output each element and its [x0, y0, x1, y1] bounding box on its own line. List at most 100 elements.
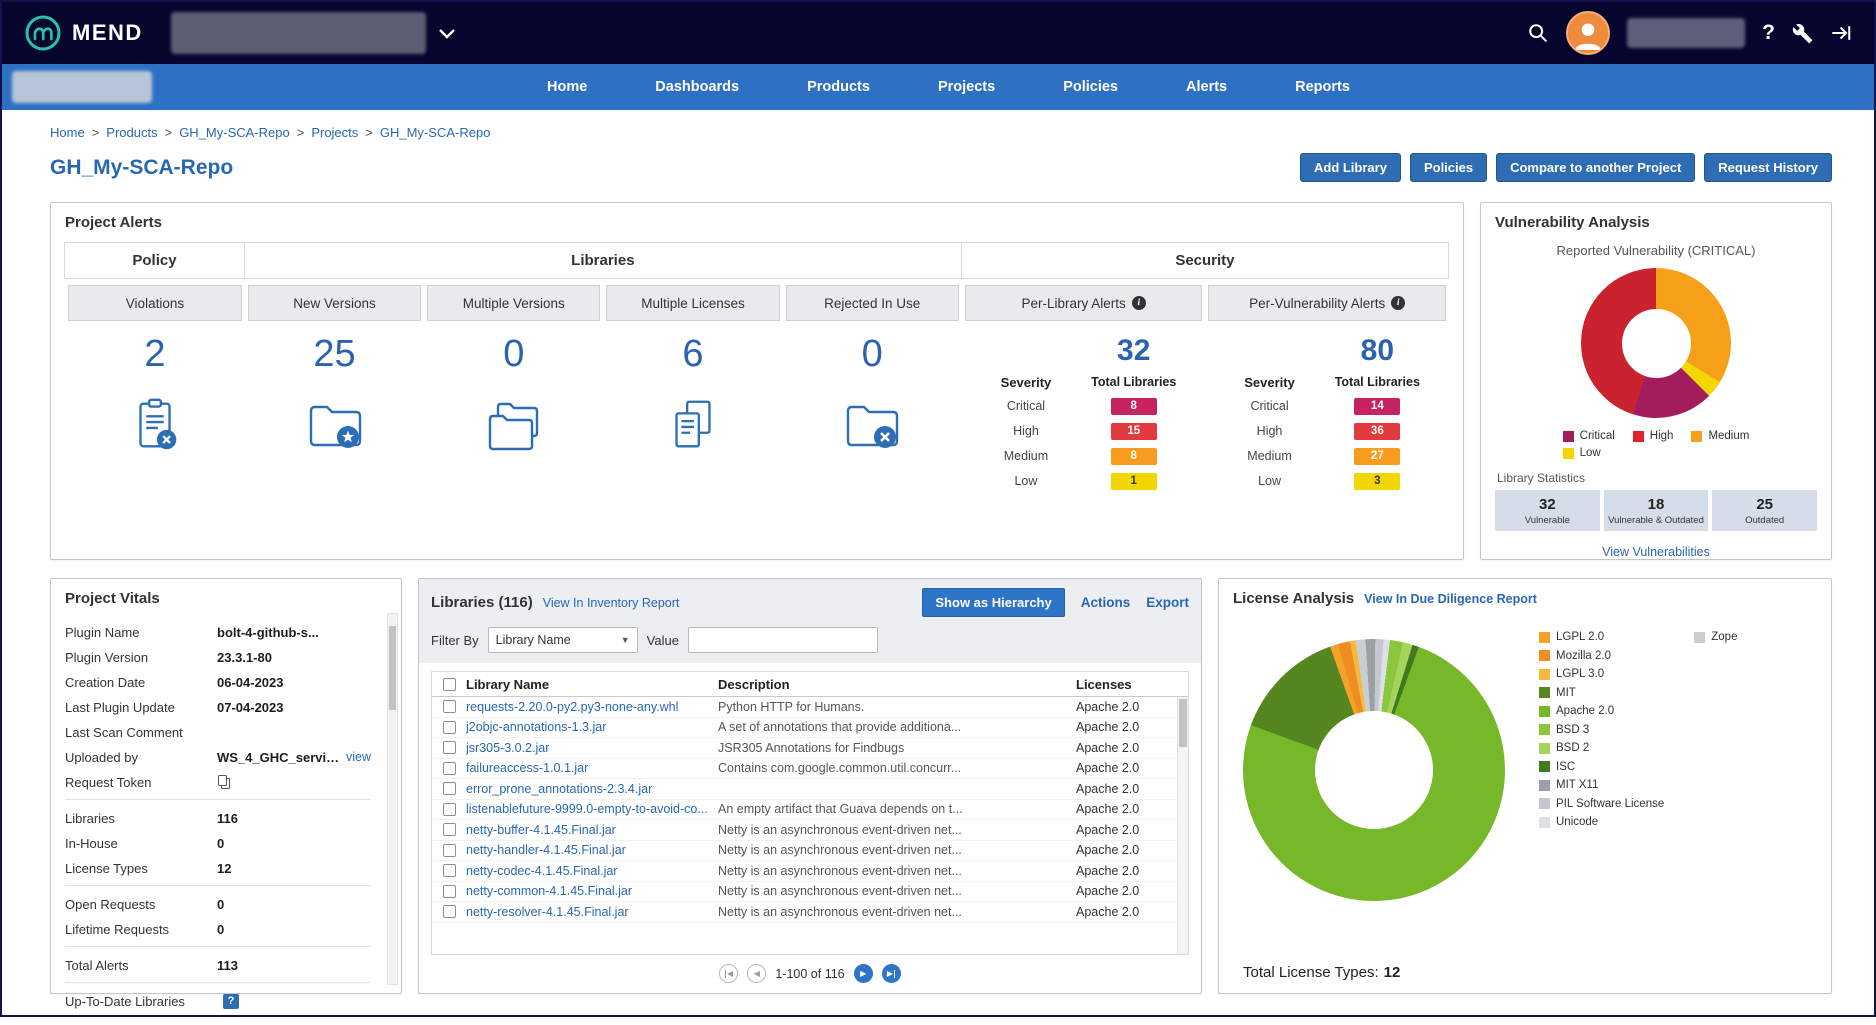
row-checkbox[interactable] [443, 844, 456, 857]
pagination-first-button[interactable] [719, 964, 738, 983]
stat-box[interactable]: 18 Vulnerable & Outdated [1604, 490, 1709, 531]
table-scrollbar[interactable] [1177, 697, 1188, 954]
filter-field-select[interactable]: Library Name [488, 627, 638, 653]
library-name-link[interactable]: listenablefuture-9999.0-empty-to-avoid-c… [466, 802, 718, 816]
row-checkbox[interactable] [443, 782, 456, 795]
row-checkbox[interactable] [443, 864, 456, 877]
select-all-checkbox[interactable] [443, 678, 456, 691]
avatar[interactable] [1566, 11, 1610, 55]
help-icon[interactable] [1762, 21, 1775, 45]
copy-icon[interactable] [217, 774, 231, 790]
table-row[interactable]: j2objc-annotations-1.3.jar A set of anno… [432, 718, 1188, 739]
row-checkbox[interactable] [443, 905, 456, 918]
pagination-prev-button[interactable] [747, 964, 766, 983]
export-button[interactable]: Export [1146, 595, 1189, 610]
severity-count-badge[interactable]: 36 [1354, 423, 1400, 440]
scrollbar-thumb[interactable] [1179, 699, 1187, 747]
view-in-inventory-report-link[interactable]: View In Inventory Report [543, 596, 680, 610]
action-button[interactable]: Request History [1704, 153, 1832, 182]
row-checkbox[interactable] [443, 762, 456, 775]
up-to-date-help-icon[interactable] [223, 994, 239, 1009]
view-in-due-diligence-report-link[interactable]: View In Due Diligence Report [1364, 592, 1537, 606]
severity-count-badge[interactable]: 8 [1111, 448, 1157, 465]
tab-multiple-licenses[interactable]: Multiple Licenses [606, 285, 779, 321]
uploaded-by-view-link[interactable]: view [346, 750, 371, 764]
table-row[interactable]: jsr305-3.0.2.jar JSR305 Annotations for … [432, 738, 1188, 759]
tab-violations[interactable]: Violations [68, 285, 242, 321]
severity-count-badge[interactable]: 1 [1111, 473, 1157, 490]
action-button[interactable]: Policies [1410, 153, 1487, 182]
nav-item[interactable]: Policies [1063, 79, 1118, 95]
breadcrumb-link[interactable]: Products [106, 125, 157, 140]
pagination-last-button[interactable] [882, 964, 901, 983]
nav-item[interactable]: Home [547, 79, 587, 95]
row-checkbox[interactable] [443, 741, 456, 754]
library-name-link[interactable]: failureaccess-1.0.1.jar [466, 761, 718, 775]
row-checkbox[interactable] [443, 700, 456, 713]
redacted-org-selector[interactable] [171, 12, 426, 54]
vulnerability-analysis-panel: Vulnerability Analysis Reported Vulnerab… [1480, 202, 1832, 560]
library-name-link[interactable]: jsr305-3.0.2.jar [466, 741, 718, 755]
logout-icon[interactable] [1830, 22, 1852, 44]
library-name-link[interactable]: error_prone_annotations-2.3.4.jar [466, 782, 718, 796]
tab-per-vulnerability-alerts[interactable]: Per-Vulnerability Alerts [1208, 285, 1446, 321]
chevron-down-icon[interactable] [438, 28, 456, 39]
nav-item[interactable]: Projects [938, 79, 995, 95]
filter-value-input[interactable] [688, 627, 878, 653]
severity-count-badge[interactable]: 14 [1354, 398, 1400, 415]
info-icon[interactable] [1132, 296, 1146, 310]
table-row[interactable]: listenablefuture-9999.0-empty-to-avoid-c… [432, 800, 1188, 821]
nav-item[interactable]: Reports [1295, 79, 1350, 95]
table-row[interactable]: error_prone_annotations-2.3.4.jar Apache… [432, 779, 1188, 800]
table-row[interactable]: failureaccess-1.0.1.jar Contains com.goo… [432, 759, 1188, 780]
vitals-scrollbar[interactable] [387, 613, 398, 985]
table-row[interactable]: requests-2.20.0-py2.py3-none-any.whl Pyt… [432, 697, 1188, 718]
stat-box[interactable]: 25 Outdated [1712, 490, 1817, 531]
severity-count-badge[interactable]: 27 [1354, 448, 1400, 465]
row-checkbox[interactable] [443, 803, 456, 816]
info-icon[interactable] [1391, 296, 1405, 310]
pagination-next-button[interactable] [854, 964, 873, 983]
tab-multiple-versions[interactable]: Multiple Versions [427, 285, 600, 321]
library-name-link[interactable]: netty-common-4.1.45.Final.jar [466, 884, 718, 898]
row-checkbox[interactable] [443, 885, 456, 898]
library-name-link[interactable]: requests-2.20.0-py2.py3-none-any.whl [466, 700, 718, 714]
row-checkbox[interactable] [443, 823, 456, 836]
breadcrumb-link[interactable]: Projects [311, 125, 358, 140]
action-button[interactable]: Add Library [1300, 153, 1401, 182]
stat-box[interactable]: 32 Vulnerable [1495, 490, 1600, 531]
tab-rejected-in-use[interactable]: Rejected In Use [786, 285, 959, 321]
nav-item[interactable]: Products [807, 79, 870, 95]
wrench-icon[interactable] [1792, 23, 1813, 44]
scrollbar-thumb[interactable] [389, 626, 396, 710]
library-name-link[interactable]: netty-resolver-4.1.45.Final.jar [466, 905, 718, 919]
breadcrumb-link[interactable]: Home [50, 125, 85, 140]
severity-count-badge[interactable]: 15 [1111, 423, 1157, 440]
row-checkbox[interactable] [443, 721, 456, 734]
action-button[interactable]: Compare to another Project [1496, 153, 1695, 182]
library-name-link[interactable]: netty-handler-4.1.45.Final.jar [466, 843, 718, 857]
table-row[interactable]: netty-handler-4.1.45.Final.jar Netty is … [432, 841, 1188, 862]
severity-count-badge[interactable]: 3 [1354, 473, 1400, 490]
breadcrumb-link[interactable]: GH_My-SCA-Repo [380, 125, 491, 140]
view-vulnerabilities-link[interactable]: View Vulnerabilities [1602, 545, 1710, 559]
vulnerability-donut-chart[interactable] [1581, 268, 1731, 418]
breadcrumb-link[interactable]: GH_My-SCA-Repo [179, 125, 290, 140]
table-row[interactable]: netty-common-4.1.45.Final.jar Netty is a… [432, 882, 1188, 903]
library-name-link[interactable]: netty-buffer-4.1.45.Final.jar [466, 823, 718, 837]
table-row[interactable]: netty-resolver-4.1.45.Final.jar Netty is… [432, 902, 1188, 923]
library-name-link[interactable]: netty-codec-4.1.45.Final.jar [466, 864, 718, 878]
license-donut-chart[interactable] [1243, 639, 1505, 901]
nav-item[interactable]: Alerts [1186, 79, 1227, 95]
show-as-hierarchy-button[interactable]: Show as Hierarchy [922, 588, 1064, 617]
search-icon[interactable] [1527, 22, 1549, 44]
nav-item[interactable]: Dashboards [655, 79, 739, 95]
tab-per-library-alerts[interactable]: Per-Library Alerts [965, 285, 1203, 321]
library-name-link[interactable]: j2objc-annotations-1.3.jar [466, 720, 718, 734]
stat-label: Vulnerable [1497, 515, 1598, 526]
table-row[interactable]: netty-codec-4.1.45.Final.jar Netty is an… [432, 861, 1188, 882]
table-row[interactable]: netty-buffer-4.1.45.Final.jar Netty is a… [432, 820, 1188, 841]
tab-new-versions[interactable]: New Versions [248, 285, 421, 321]
severity-count-badge[interactable]: 8 [1111, 398, 1157, 415]
actions-menu[interactable]: Actions [1081, 595, 1131, 610]
